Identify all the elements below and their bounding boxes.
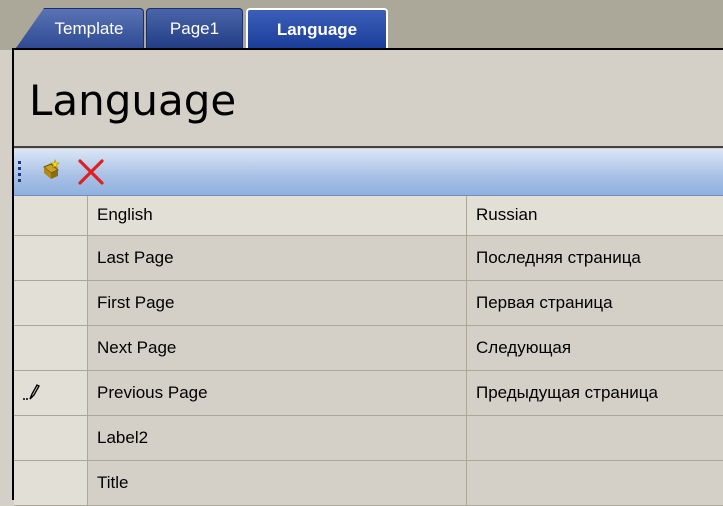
table-row[interactable]: Next Page Следующая bbox=[14, 326, 723, 371]
row-selector[interactable] bbox=[14, 371, 88, 415]
cell-russian[interactable]: Последняя страница bbox=[468, 236, 723, 280]
toolbar-grip-handle[interactable] bbox=[18, 161, 21, 183]
cell-english[interactable]: First Page bbox=[89, 281, 467, 325]
grid-header-row: English Russian bbox=[14, 196, 723, 236]
delete-button[interactable] bbox=[78, 158, 104, 186]
row-selector[interactable] bbox=[14, 461, 88, 505]
cell-english[interactable]: Label2 bbox=[89, 416, 467, 460]
tab-page1[interactable]: Page1 bbox=[146, 8, 243, 48]
page-frame: Language English Russian Last Page После… bbox=[12, 48, 723, 506]
tab-strip: Template Page1 Language bbox=[0, 0, 723, 50]
cell-english[interactable]: Previous Page bbox=[89, 371, 467, 415]
tab-language[interactable]: Language bbox=[246, 8, 388, 48]
cell-russian[interactable]: Следующая bbox=[468, 326, 723, 370]
row-selector-header bbox=[14, 196, 88, 235]
toolbar bbox=[14, 149, 723, 196]
new-row-button[interactable] bbox=[38, 158, 64, 186]
column-header-english[interactable]: English bbox=[89, 196, 467, 235]
page-title: Language bbox=[29, 76, 237, 125]
cell-russian[interactable] bbox=[468, 461, 723, 505]
cell-russian[interactable]: Предыдущая страница bbox=[468, 371, 723, 415]
table-row[interactable]: First Page Первая страница bbox=[14, 281, 723, 326]
column-header-russian[interactable]: Russian bbox=[468, 196, 723, 235]
cell-english[interactable]: Title bbox=[89, 461, 467, 505]
edit-pencil-icon bbox=[23, 384, 40, 400]
table-row[interactable]: Title bbox=[14, 461, 723, 506]
new-row-icon bbox=[43, 159, 60, 179]
title-divider bbox=[14, 146, 723, 148]
cell-russian[interactable]: Первая страница bbox=[468, 281, 723, 325]
table-row[interactable]: Previous Page Предыдущая страница bbox=[14, 371, 723, 416]
table-row[interactable]: Last Page Последняя страница bbox=[14, 236, 723, 281]
table-row[interactable]: Label2 bbox=[14, 416, 723, 461]
row-selector[interactable] bbox=[14, 281, 88, 325]
tab-template[interactable]: Template bbox=[16, 8, 144, 48]
cell-english[interactable]: Next Page bbox=[89, 326, 467, 370]
row-selector[interactable] bbox=[14, 236, 88, 280]
language-grid: English Russian Last Page Последняя стра… bbox=[14, 196, 723, 506]
delete-x-icon bbox=[78, 159, 104, 185]
cell-russian[interactable] bbox=[468, 416, 723, 460]
row-selector[interactable] bbox=[14, 326, 88, 370]
row-selector[interactable] bbox=[14, 416, 88, 460]
cell-english[interactable]: Last Page bbox=[89, 236, 467, 280]
